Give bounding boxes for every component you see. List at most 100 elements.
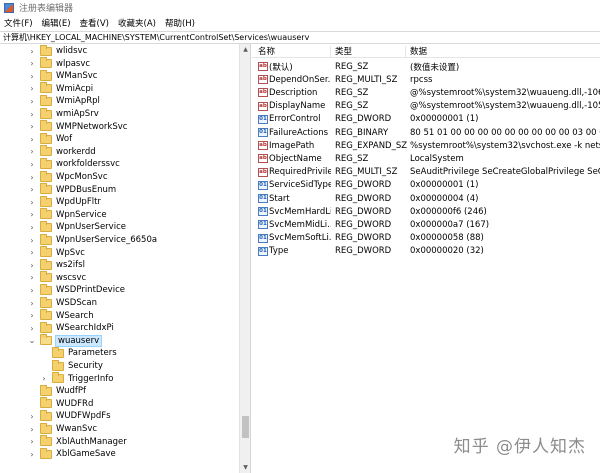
tree-node[interactable]: › WpcMonSvc — [28, 170, 108, 183]
chevron-right-icon[interactable]: › — [28, 412, 36, 421]
tree-node[interactable]: › WpSvc — [28, 246, 85, 259]
scroll-up-arrow-icon[interactable]: ▲ — [240, 44, 251, 55]
tree-node[interactable]: › workfolderssvc — [28, 157, 120, 170]
tree-node[interactable]: › WmiApRpl — [28, 94, 100, 107]
tree-node[interactable]: › TriggerInfo — [40, 372, 113, 385]
value-row[interactable]: 01 ErrorControl REG_DWORD 0x00000001 (1) — [252, 113, 600, 126]
chevron-right-icon[interactable]: › — [28, 437, 36, 446]
chevron-right-icon[interactable]: › — [28, 72, 36, 81]
value-row[interactable]: 01 SvcMemMidLi... REG_DWORD 0x000000a7 (167… — [252, 218, 600, 231]
column-divider[interactable] — [405, 46, 406, 57]
tree-node[interactable]: › ws2ifsl — [28, 258, 85, 271]
tree-node[interactable]: › WpnUserService_6650a — [28, 233, 157, 246]
tree-node[interactable]: › workerdd — [28, 145, 96, 158]
tree-node[interactable]: Security — [40, 359, 103, 372]
value-row[interactable]: abRequiredPrivile... REG_MULTI_SZ SeAuditP… — [252, 166, 600, 179]
list-header: 名称 类型 数据 — [252, 44, 600, 58]
tree-node[interactable]: › WSDPrintDevice — [28, 283, 125, 296]
chevron-right-icon[interactable]: › — [28, 210, 36, 219]
folder-icon — [40, 271, 52, 283]
chevron-right-icon[interactable]: › — [28, 311, 36, 320]
column-header-type[interactable]: 类型 — [335, 45, 352, 57]
tree-node[interactable]: › wlpasvc — [28, 57, 90, 70]
tree-node[interactable]: › wscsvc — [28, 271, 86, 284]
chevron-right-icon[interactable]: › — [28, 147, 36, 156]
key-tree-pane[interactable]: › wlidsvc › wlpasvc › WManSvc › WmiAcpi › WmiApRp… — [0, 44, 251, 473]
chevron-right-icon[interactable]: › — [28, 185, 36, 194]
tree-node[interactable]: › WSearch — [28, 309, 94, 322]
tree-node[interactable]: WudfPf — [28, 384, 86, 397]
scroll-down-arrow-icon[interactable]: ▼ — [240, 462, 251, 473]
tree-node[interactable]: › WSearchIdxPi — [28, 321, 114, 334]
tree-node[interactable]: › WpnService — [28, 208, 107, 221]
chevron-right-icon[interactable]: › — [28, 173, 36, 182]
value-row[interactable]: 01 Type REG_DWORD 0x00000020 (32) — [252, 245, 600, 258]
chevron-right-icon[interactable]: › — [28, 198, 36, 207]
scroll-thumb[interactable] — [242, 416, 249, 438]
chevron-right-icon[interactable]: › — [28, 299, 36, 308]
tree-node[interactable]: WUDFRd — [28, 397, 93, 410]
value-row[interactable]: 01 ServiceSidType REG_DWORD 0x00000001 (1) — [252, 179, 600, 192]
chevron-right-icon[interactable]: › — [28, 160, 36, 169]
chevron-right-icon[interactable]: › — [28, 261, 36, 270]
value-row[interactable]: 01 FailureActions REG_BINARY 80 51 01 00 00… — [252, 126, 600, 139]
chevron-right-icon[interactable]: › — [28, 84, 36, 93]
chevron-right-icon[interactable]: › — [28, 59, 36, 68]
value-row[interactable]: ab ImagePath REG_EXPAND_SZ %systemroot%\sys… — [252, 139, 600, 152]
column-header-data[interactable]: 数据 — [410, 45, 427, 57]
chevron-right-icon[interactable]: › — [28, 273, 36, 282]
tree-node[interactable]: › Wof — [28, 132, 72, 145]
chevron-right-icon[interactable]: › — [28, 286, 36, 295]
folder-icon — [40, 170, 52, 182]
menu-help[interactable]: 帮助(H) — [165, 17, 195, 29]
chevron-right-icon[interactable]: › — [28, 248, 36, 257]
value-row[interactable]: ab DisplayName REG_SZ @%systemroot%\system3… — [252, 100, 600, 113]
value-row[interactable]: ab ObjectName REG_SZ LocalSystem — [252, 152, 600, 165]
tree-node-label: WmiAcpi — [56, 83, 94, 94]
chevron-right-icon[interactable]: › — [28, 223, 36, 232]
binary-value-icon: 01 — [258, 207, 268, 217]
chevron-right-icon[interactable]: › — [28, 122, 36, 131]
column-divider[interactable] — [330, 46, 331, 57]
tree-node[interactable]: › WmiAcpi — [28, 82, 94, 95]
tree-node[interactable]: › wmiApSrv — [28, 107, 99, 120]
tree-node[interactable]: › WPDBusEnum — [28, 183, 116, 196]
chevron-right-icon[interactable]: › — [28, 47, 36, 56]
tree-node[interactable]: › WUDFWpdFs — [28, 409, 111, 422]
menu-favorites[interactable]: 收藏夹(A) — [118, 17, 156, 29]
chevron-right-icon[interactable]: › — [28, 110, 36, 119]
value-row[interactable]: 01 Start REG_DWORD 0x00000004 (4) — [252, 192, 600, 205]
value-name: FailureActions — [269, 127, 329, 138]
tree-node[interactable]: › WwanSvc — [28, 422, 97, 435]
menu-view[interactable]: 查看(V) — [80, 17, 109, 29]
value-row[interactable]: ab Description REG_SZ @%systemroot%\system3… — [252, 86, 600, 99]
tree-node[interactable]: Parameters — [40, 346, 117, 359]
menu-file[interactable]: 文件(F) — [4, 17, 33, 29]
value-row[interactable]: ab (默认) REG_SZ (数值未设置) — [252, 60, 600, 73]
tree-node[interactable]: › WpnUserService — [28, 220, 126, 233]
tree-node[interactable]: › XblAuthManager — [28, 435, 127, 448]
tree-node[interactable]: › WMPNetworkSvc — [28, 120, 127, 133]
tree-scrollbar[interactable]: ▲ ▼ — [239, 44, 250, 473]
chevron-right-icon[interactable]: › — [28, 425, 36, 434]
column-header-name[interactable]: 名称 — [258, 45, 275, 57]
value-row[interactable]: 01SvcMemHardLi... REG_DWORD 0x000000f6 (24… — [252, 205, 600, 218]
tree-node[interactable]: › XblGameSave — [28, 447, 116, 460]
chevron-right-icon[interactable]: › — [28, 450, 36, 459]
tree-node[interactable]: › WpdUpFltr — [28, 195, 101, 208]
menu-edit[interactable]: 编辑(E) — [42, 17, 71, 29]
chevron-right-icon[interactable]: › — [28, 135, 36, 144]
chevron-right-icon[interactable]: › — [28, 97, 36, 106]
tree-node[interactable]: › wlidsvc — [28, 44, 87, 57]
value-row[interactable]: ab DependOnSer... REG_MULTI_SZ rpcss — [252, 73, 600, 86]
tree-node-label: WpdUpFltr — [56, 197, 101, 208]
value-row[interactable]: 01 SvcMemSoftLi... REG_DWORD 0x00000058 (88… — [252, 232, 600, 245]
chevron-right-icon[interactable]: › — [28, 324, 36, 333]
chevron-right-icon[interactable]: › — [40, 374, 48, 383]
chevron-right-icon[interactable]: › — [28, 236, 36, 245]
tree-node[interactable]: › WManSvc — [28, 69, 97, 82]
chevron-down-icon[interactable]: ⌄ — [28, 336, 36, 345]
tree-node[interactable]: › WSDScan — [28, 296, 97, 309]
tree-node[interactable]: ⌄ wuauserv — [28, 334, 103, 347]
address-bar[interactable]: 计算机\HKEY_LOCAL_MACHINE\SYSTEM\CurrentCon… — [0, 31, 600, 44]
